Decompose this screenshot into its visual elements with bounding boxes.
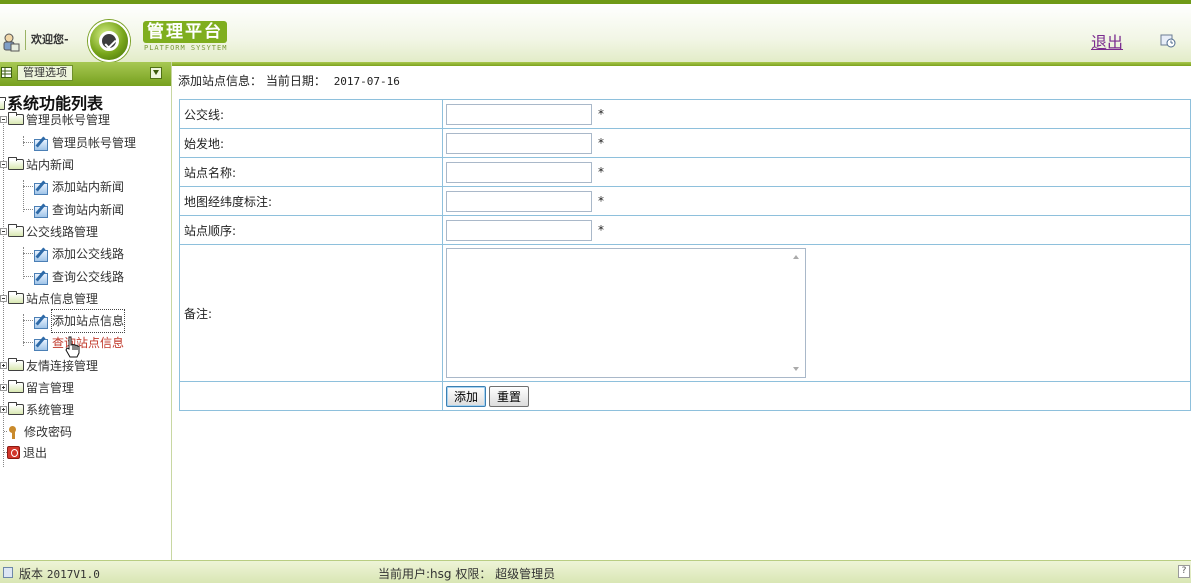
add-button[interactable]: 添加: [446, 385, 487, 407]
page-title: 添加站点信息：: [178, 74, 263, 88]
key-icon: [7, 425, 21, 439]
remark-textarea[interactable]: [447, 249, 789, 377]
edit-icon: [33, 247, 49, 262]
tree-item-news[interactable]: 站内新闻: [0, 153, 74, 175]
required-mark: *: [598, 194, 604, 208]
tree-item-admin-account[interactable]: 管理员帐号管理: [0, 108, 110, 130]
required-mark: *: [598, 136, 604, 150]
form-row: 公交线: *: [179, 99, 1191, 129]
version-label: 版本: [19, 567, 44, 581]
user-icon: [3, 33, 20, 52]
header-separator: [25, 30, 26, 50]
required-mark: *: [598, 165, 604, 179]
form-row: 地图经纬度标注: *: [179, 186, 1191, 216]
tree-item-add-news[interactable]: 添加站内新闻: [23, 175, 124, 197]
field-label: 始发地:: [179, 128, 443, 158]
map-coordinates-input[interactable]: [446, 190, 592, 212]
tree-item-add-bus-route[interactable]: 添加公交线路: [23, 242, 124, 264]
remark-textarea-wrapper: [446, 248, 806, 378]
tree-item-admin-account-manage[interactable]: 管理员帐号管理: [23, 131, 136, 153]
tree-item-change-password[interactable]: 修改密码: [4, 420, 72, 442]
form-row: 始发地: *: [179, 128, 1191, 158]
station-order-input[interactable]: [446, 219, 592, 241]
version-icon: [3, 567, 13, 578]
date-value: 2017-07-16: [333, 75, 400, 88]
field-label: 地图经纬度标注:: [179, 186, 443, 216]
edit-icon: [33, 180, 49, 195]
main-content: 添加站点信息： 当前日期： 2017-07-16 公交线: * 始发地: * 站…: [172, 62, 1191, 560]
origin-input[interactable]: [446, 132, 592, 154]
empty-cell: [179, 381, 443, 411]
folder-icon: [8, 358, 24, 371]
tree-item-logout[interactable]: 退出: [4, 441, 47, 463]
help-icon[interactable]: ?: [1178, 565, 1190, 578]
folder-icon: [8, 380, 24, 393]
brand-subtitle: PLATFORM SYSYTEM: [144, 44, 228, 52]
edit-icon: [33, 136, 49, 151]
page-heading: 添加站点信息： 当前日期： 2017-07-16: [178, 72, 400, 89]
folder-icon: [8, 112, 24, 125]
tree-item-bus-routes[interactable]: 公交线路管理: [0, 220, 98, 242]
collapse-icon[interactable]: [150, 67, 162, 79]
version-value: 2017V1.0: [46, 568, 100, 581]
folder-icon: [8, 157, 24, 170]
status-bar: 版本 2017V1.0 当前用户:hsg 权限： 超级管理员 ?: [0, 560, 1191, 583]
current-user-info: 当前用户:hsg 权限： 超级管理员: [378, 567, 556, 581]
exit-icon: [7, 446, 20, 459]
manage-options-button[interactable]: 管理选项: [17, 65, 73, 81]
field-label: 备注:: [179, 244, 443, 382]
brand-title: 管理平台: [143, 21, 227, 43]
welcome-text: 欢迎您-: [31, 33, 69, 46]
sidebar: 管理选项 系统功能列表 管理员帐号管理 管理员帐号管理 站内新闻 添加站内新闻 …: [0, 62, 172, 560]
logo-icon: [88, 20, 130, 62]
edit-icon: [33, 270, 49, 285]
edit-icon: [33, 203, 49, 218]
folder-icon: [8, 224, 24, 237]
edit-icon: [33, 336, 49, 351]
textarea-scrollbar[interactable]: [788, 249, 805, 377]
field-label: 站点顺序:: [179, 215, 443, 245]
refresh-icon[interactable]: [1160, 34, 1176, 48]
station-name-input[interactable]: [446, 161, 592, 183]
folder-icon: [8, 291, 24, 304]
scroll-up-icon[interactable]: [793, 255, 799, 259]
tree-item-stations[interactable]: 站点信息管理: [0, 287, 98, 309]
grid-icon: [1, 67, 12, 78]
bus-line-input[interactable]: [446, 103, 592, 125]
tree-item-system[interactable]: 系统管理: [0, 398, 74, 420]
logout-link[interactable]: 退出: [1091, 29, 1123, 53]
reset-button[interactable]: 重置: [489, 385, 530, 407]
required-mark: *: [598, 107, 604, 121]
tree-item-query-bus-route[interactable]: 查询公交线路: [23, 265, 124, 287]
top-header: 欢迎您- 管理平台 PLATFORM SYSYTEM 退出: [0, 0, 1191, 66]
sidebar-header: 管理选项: [0, 62, 171, 86]
scroll-down-icon[interactable]: [793, 367, 799, 371]
edit-icon: [33, 314, 49, 329]
form-row: 站点顺序: *: [179, 215, 1191, 245]
field-label: 公交线:: [179, 99, 443, 129]
form-row: 添加 重置: [179, 381, 1191, 411]
hand-cursor-icon: [65, 336, 80, 358]
form-row: 备注:: [179, 244, 1191, 382]
station-form: 公交线: * 始发地: * 站点名称: * 地图经纬度标注: * 站点顺序: *…: [179, 99, 1191, 411]
form-row: 站点名称: *: [179, 157, 1191, 187]
folder-icon: [8, 402, 24, 415]
tree-item-query-news[interactable]: 查询站内新闻: [23, 198, 124, 220]
tree-item-friend-links[interactable]: 友情连接管理: [0, 354, 98, 376]
required-mark: *: [598, 223, 604, 237]
field-label: 站点名称:: [179, 157, 443, 187]
version-info: 版本 2017V1.0: [19, 565, 100, 582]
date-label: 当前日期：: [265, 74, 326, 88]
tree-item-messages[interactable]: 留言管理: [0, 376, 74, 398]
tree-item-add-station[interactable]: 添加站点信息: [23, 308, 126, 333]
